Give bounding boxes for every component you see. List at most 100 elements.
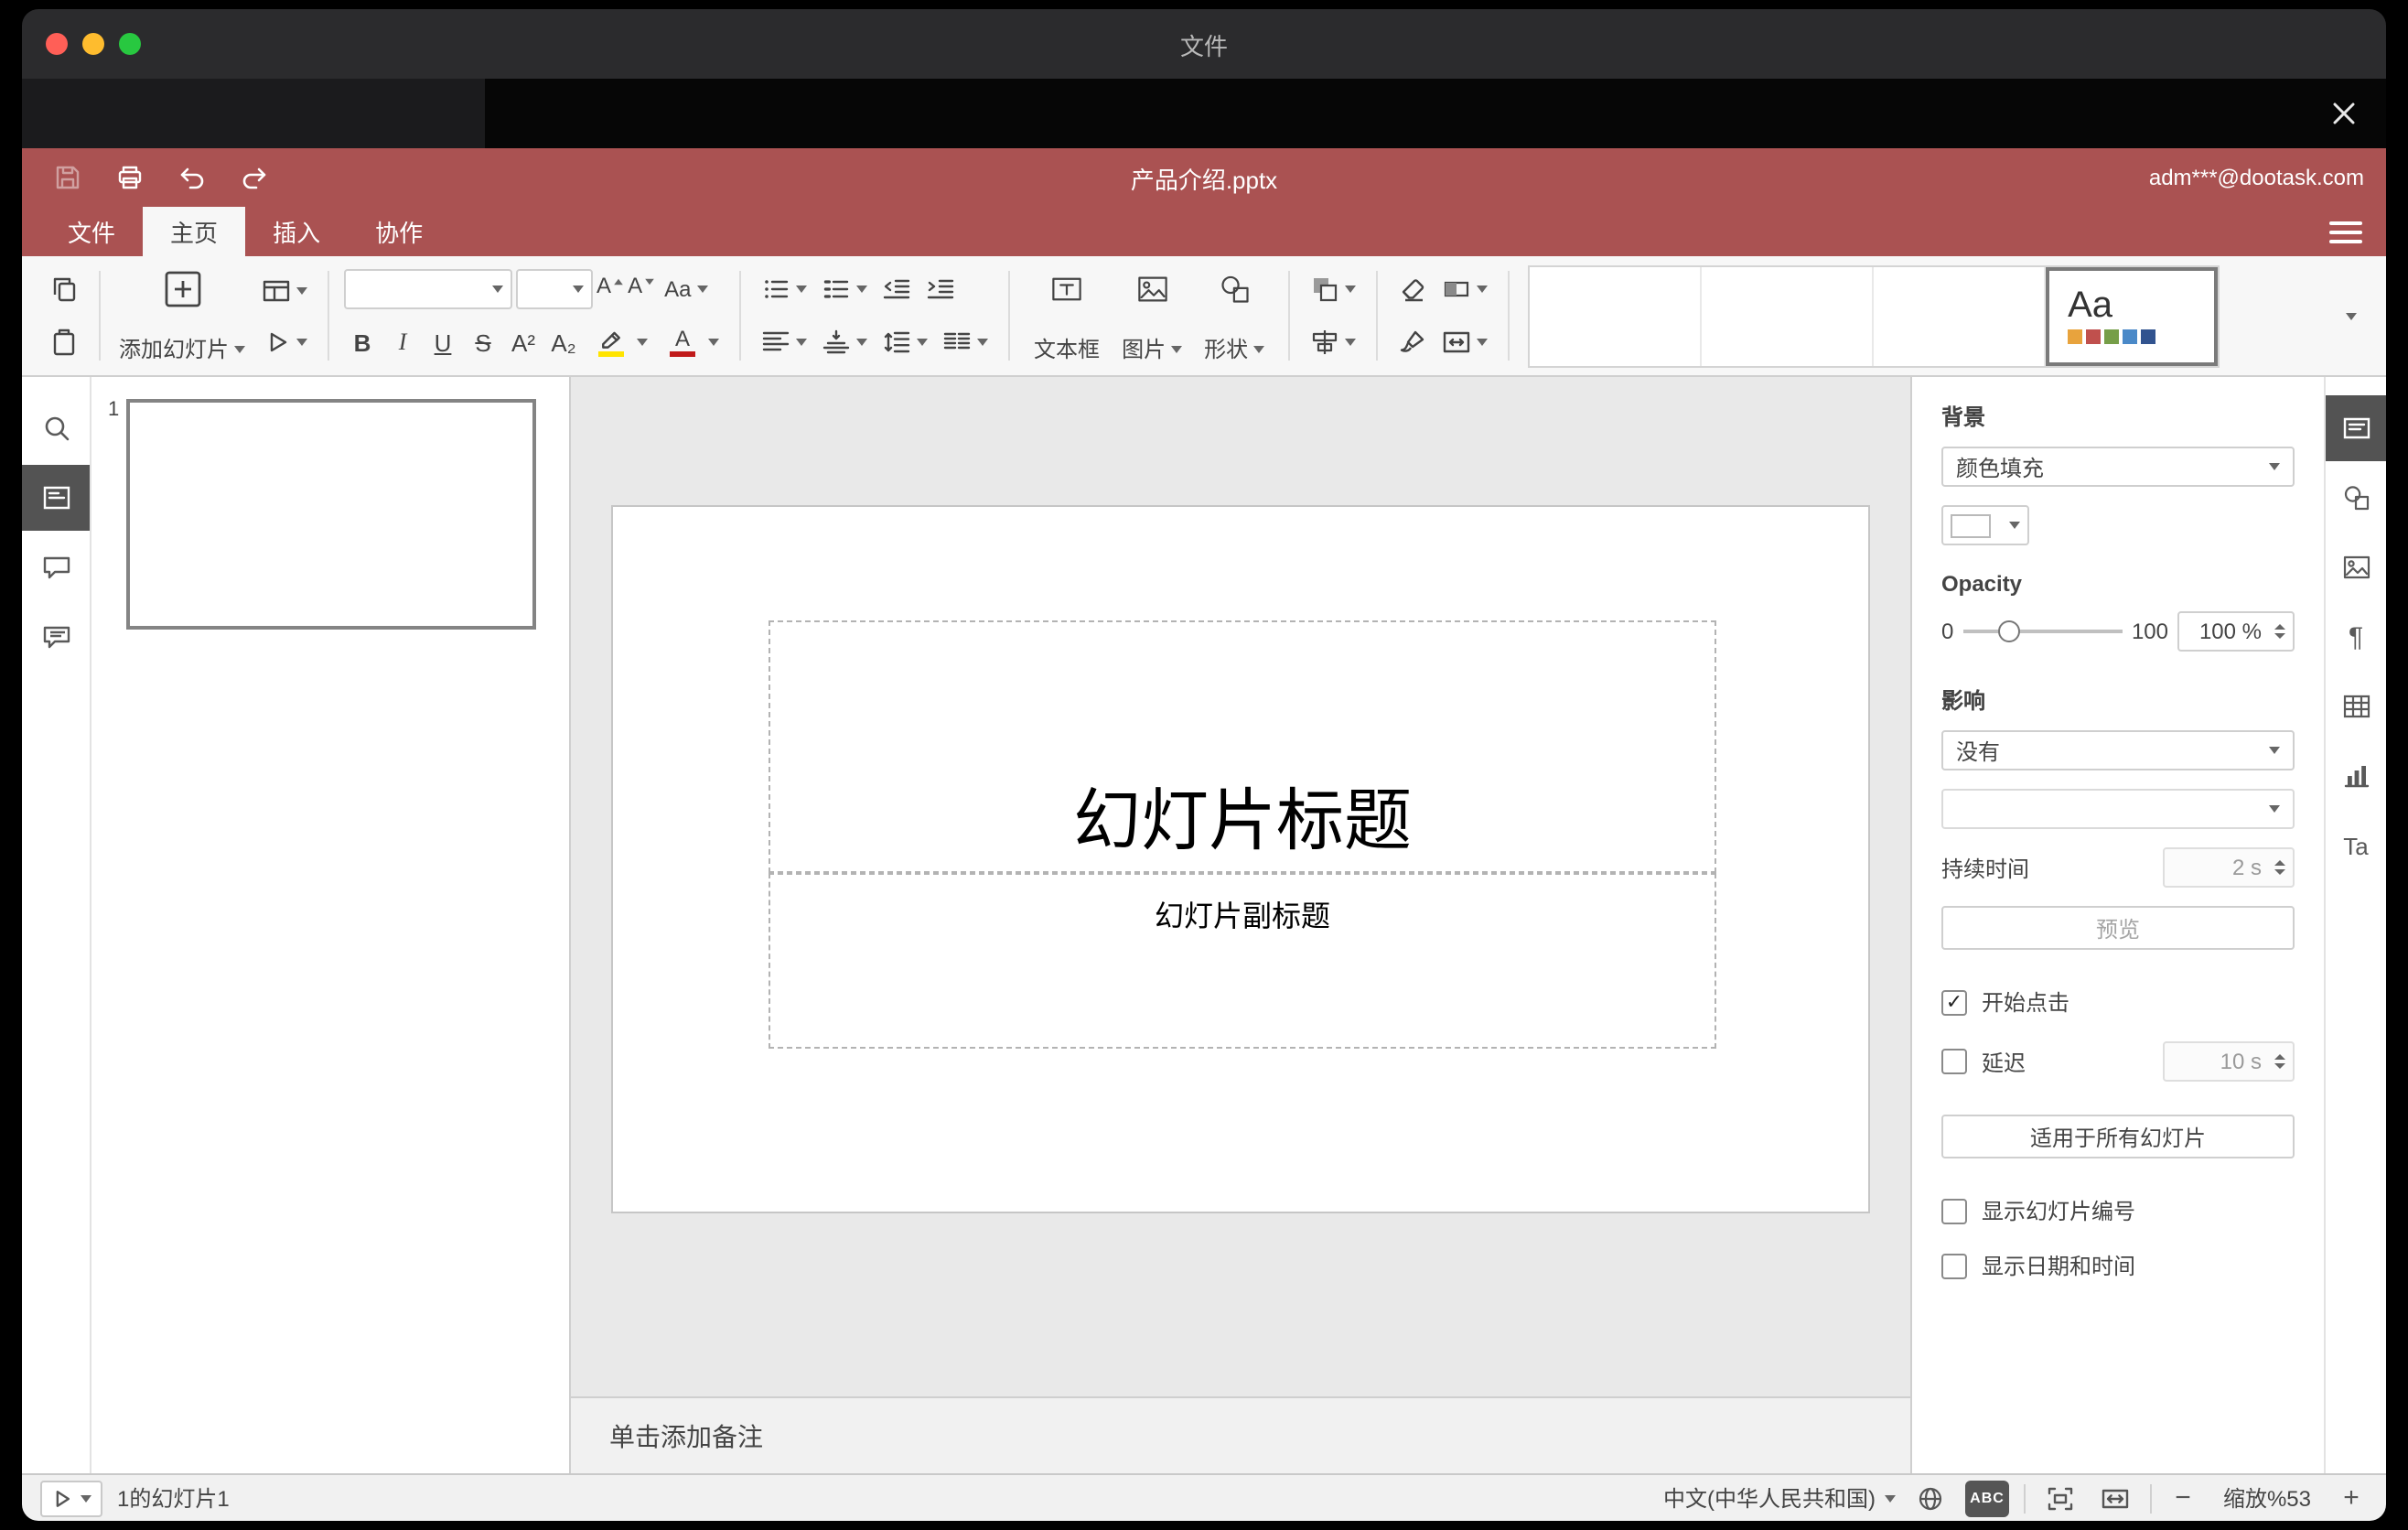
- fill-color-icon: [1442, 275, 1471, 304]
- arrange-group: [1297, 264, 1369, 368]
- clear-style-button[interactable]: [1392, 267, 1433, 311]
- delay-checkbox-row[interactable]: 延迟: [1941, 1046, 2026, 1077]
- slide-canvas[interactable]: 幻灯片标题 幻灯片副标题: [571, 377, 1910, 1396]
- zoom-out-button[interactable]: −: [2166, 1480, 2199, 1516]
- zoom-window-button[interactable]: [119, 33, 141, 55]
- slide-title-placeholder[interactable]: 幻灯片标题: [769, 620, 1716, 873]
- close-window-button[interactable]: [46, 33, 68, 55]
- theme-option-selected[interactable]: Aa: [2046, 266, 2219, 365]
- underline-button[interactable]: U: [425, 320, 461, 364]
- copy-style-button[interactable]: [1392, 320, 1433, 364]
- apply-to-all-slides-button[interactable]: 适用于所有幻灯片: [1941, 1115, 2295, 1158]
- tab-collaboration[interactable]: 协作: [348, 207, 450, 256]
- tab-home[interactable]: 主页: [143, 207, 246, 256]
- change-layout-button[interactable]: [256, 269, 313, 313]
- duration-input[interactable]: 2 s: [2163, 847, 2295, 888]
- spellcheck-icon[interactable]: ABC: [1965, 1480, 2009, 1516]
- decrease-indent-button[interactable]: [876, 267, 917, 311]
- tab-file[interactable]: 文件: [40, 207, 143, 256]
- undo-button[interactable]: [168, 156, 216, 199]
- vertical-align-button[interactable]: [816, 320, 873, 364]
- comments-icon[interactable]: [22, 534, 90, 600]
- copy-button[interactable]: [44, 267, 84, 311]
- language-selector[interactable]: 中文(中华人民共和国): [1663, 1482, 1896, 1514]
- insert-textbox-button[interactable]: 文本框: [1025, 265, 1109, 372]
- fit-width-icon[interactable]: [2095, 1480, 2135, 1516]
- change-case-button[interactable]: Aa: [659, 267, 713, 311]
- print-button[interactable]: [106, 156, 154, 199]
- strikeout-button[interactable]: S: [465, 320, 501, 364]
- slide-subtitle-placeholder[interactable]: 幻灯片副标题: [769, 873, 1716, 1049]
- horizontal-align-button[interactable]: [756, 320, 812, 364]
- opacity-input[interactable]: 100 %: [2177, 611, 2295, 652]
- paragraph-settings-icon[interactable]: ¶: [2326, 604, 2386, 670]
- superscript-button[interactable]: A²: [505, 320, 542, 364]
- line-spacing-button[interactable]: [876, 320, 933, 364]
- opacity-slider[interactable]: [1962, 620, 2123, 642]
- effect-select[interactable]: 没有: [1941, 730, 2295, 770]
- paste-button[interactable]: [44, 320, 84, 364]
- theme-option-2[interactable]: [1702, 266, 1875, 365]
- minimize-window-button[interactable]: [82, 33, 104, 55]
- highlight-color-button[interactable]: [586, 320, 653, 364]
- spinner-arrows-icon[interactable]: [2267, 1043, 2293, 1080]
- theme-gallery-expand-button[interactable]: [2331, 294, 2371, 338]
- text-art-settings-icon[interactable]: Ta: [2326, 813, 2386, 878]
- font-color-button[interactable]: A: [657, 320, 725, 364]
- arrange-shape-button[interactable]: [1305, 267, 1361, 311]
- columns-button[interactable]: [937, 320, 994, 364]
- increase-indent-button[interactable]: [920, 267, 961, 311]
- delay-input[interactable]: 10 s: [2163, 1041, 2295, 1082]
- start-on-click-label: 开始点击: [1982, 990, 2070, 1016]
- italic-button[interactable]: I: [384, 320, 421, 364]
- opacity-slider-thumb[interactable]: [1997, 620, 2020, 642]
- tab-insert[interactable]: 插入: [245, 207, 348, 256]
- subscript-button[interactable]: A₂: [545, 320, 582, 364]
- redo-button[interactable]: [231, 156, 278, 199]
- theme-option-1[interactable]: [1530, 266, 1703, 365]
- font-name-combo[interactable]: [344, 269, 513, 309]
- background-color-select[interactable]: [1941, 505, 2029, 545]
- slide-size-button[interactable]: [1436, 320, 1493, 364]
- table-settings-icon[interactable]: [2326, 673, 2386, 739]
- shape-fill-button[interactable]: [1436, 267, 1493, 311]
- shape-settings-icon[interactable]: [2326, 465, 2386, 531]
- show-date-time-label: 显示日期和时间: [1982, 1254, 2136, 1279]
- chart-settings-icon[interactable]: [2326, 743, 2386, 809]
- search-icon[interactable]: [22, 395, 90, 461]
- insert-image-button[interactable]: 图片: [1113, 265, 1191, 372]
- fit-slide-icon[interactable]: [2040, 1480, 2080, 1516]
- theme-option-3[interactable]: [1874, 266, 2047, 365]
- spinner-arrows-icon[interactable]: [2267, 849, 2293, 886]
- bullets-button[interactable]: [756, 267, 812, 311]
- start-slideshow-statusbar-button[interactable]: [40, 1480, 102, 1516]
- feedback-icon[interactable]: [22, 604, 90, 670]
- increase-font-size-button[interactable]: A: [597, 267, 624, 311]
- slide-settings-icon[interactable]: [2326, 395, 2386, 461]
- effect-type-select[interactable]: [1941, 789, 2295, 829]
- show-slide-number-checkbox-row[interactable]: 显示幻灯片编号: [1941, 1195, 2295, 1226]
- start-slideshow-button[interactable]: [256, 320, 313, 364]
- slides-panel-icon[interactable]: [22, 465, 90, 531]
- close-icon[interactable]: [2326, 95, 2362, 132]
- decrease-font-size-button[interactable]: A: [628, 267, 655, 311]
- hamburger-menu-icon[interactable]: [2329, 218, 2362, 245]
- notes-area[interactable]: 单击添加备注: [571, 1396, 1910, 1473]
- start-on-click-checkbox-row[interactable]: ✓ 开始点击: [1941, 986, 2295, 1018]
- slide-thumbnail[interactable]: [126, 399, 536, 630]
- align-shape-button[interactable]: [1305, 320, 1361, 364]
- add-slide-button[interactable]: 添加幻灯片: [115, 265, 249, 368]
- image-settings-icon[interactable]: [2326, 534, 2386, 600]
- bold-button[interactable]: B: [344, 320, 381, 364]
- save-button[interactable]: [44, 156, 91, 199]
- background-fill-select[interactable]: 颜色填充: [1941, 447, 2295, 487]
- font-size-combo[interactable]: [516, 269, 594, 309]
- show-date-time-checkbox-row[interactable]: 显示日期和时间: [1941, 1250, 2295, 1281]
- insert-shape-button[interactable]: 形状: [1195, 265, 1274, 372]
- zoom-in-button[interactable]: +: [2335, 1480, 2368, 1516]
- preview-button[interactable]: 预览: [1941, 906, 2295, 950]
- spinner-arrows-icon[interactable]: [2267, 613, 2293, 650]
- numbering-button[interactable]: [816, 267, 873, 311]
- document-language-icon[interactable]: [1910, 1480, 1951, 1516]
- slide[interactable]: 幻灯片标题 幻灯片副标题: [611, 505, 1870, 1213]
